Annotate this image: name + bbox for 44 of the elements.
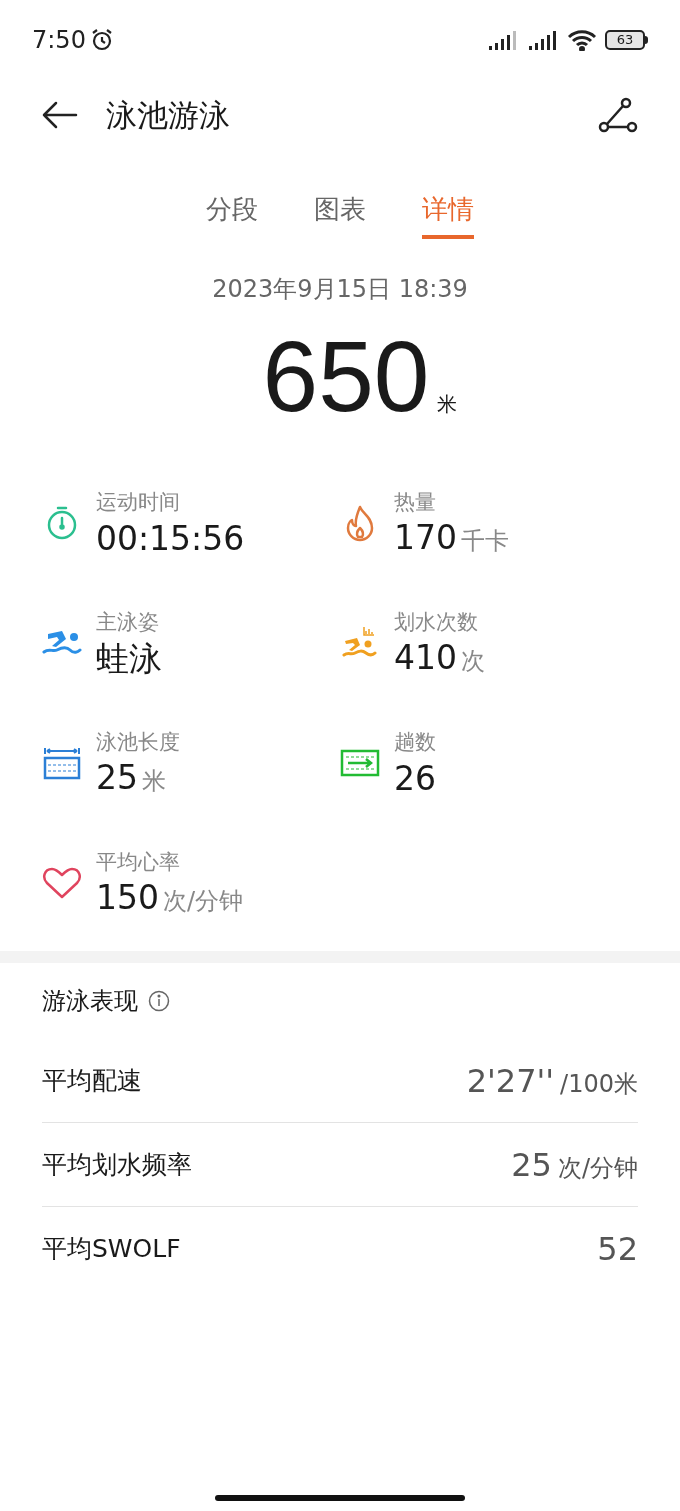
stat-value: 蛙泳 <box>96 638 162 679</box>
stat-value: 410 <box>394 638 457 679</box>
metric-label: 平均划水频率 <box>42 1148 192 1181</box>
tab[interactable]: 详情 <box>422 190 474 239</box>
stat-label: 泳池长度 <box>96 728 180 756</box>
workout-datetime: 2023年9月15日 18:39 <box>211 274 469 305</box>
distance-value: 650 <box>262 321 430 431</box>
metric-unit: /100米 <box>560 1068 638 1100</box>
signal-icon <box>487 29 519 51</box>
stat-label: 平均心率 <box>96 848 181 876</box>
route-icon[interactable] <box>598 95 638 135</box>
stat-value: 170 <box>394 518 457 559</box>
status-time: 7:50 <box>32 25 86 56</box>
stat-label: 主泳姿 <box>96 609 160 637</box>
pool-length-icon <box>43 746 81 780</box>
stat-value: 26 <box>394 758 436 799</box>
metric-label: 平均SWOLF <box>42 1233 181 1266</box>
stat-label: 划水次数 <box>394 608 479 636</box>
metric-label: 平均配速 <box>42 1064 142 1097</box>
tab[interactable]: 分段 <box>206 190 258 239</box>
metric-unit: 次/分钟 <box>557 1152 638 1184</box>
stat-value: 00:15:56 <box>96 518 245 559</box>
stat-unit: 次 <box>461 646 485 678</box>
stat-label: 热量 <box>394 488 437 516</box>
heart-icon <box>42 866 82 900</box>
metric-value: 25 <box>511 1144 552 1186</box>
tab[interactable]: 图表 <box>314 190 366 239</box>
stat-unit: 次/分钟 <box>163 886 244 918</box>
stat-label: 趟数 <box>394 729 436 757</box>
stat-label: 运动时间 <box>96 489 181 517</box>
signal-icon <box>527 29 559 51</box>
wifi-icon <box>567 29 597 51</box>
info-icon[interactable] <box>148 990 170 1012</box>
metric-value: 2'27'' <box>466 1060 555 1102</box>
battery-icon: 63 <box>605 30 648 50</box>
stat-unit: 千卡 <box>461 526 509 558</box>
metric-value: 52 <box>597 1229 638 1270</box>
page-title: 泳池游泳 <box>106 95 230 135</box>
stopwatch-icon <box>45 505 79 541</box>
stat-value: 25 <box>96 758 138 799</box>
section-title: 游泳表现 <box>42 986 138 1017</box>
stat-unit: 米 <box>142 766 166 798</box>
stat-value: 150 <box>96 878 159 919</box>
distance-unit: 米 <box>437 391 458 418</box>
